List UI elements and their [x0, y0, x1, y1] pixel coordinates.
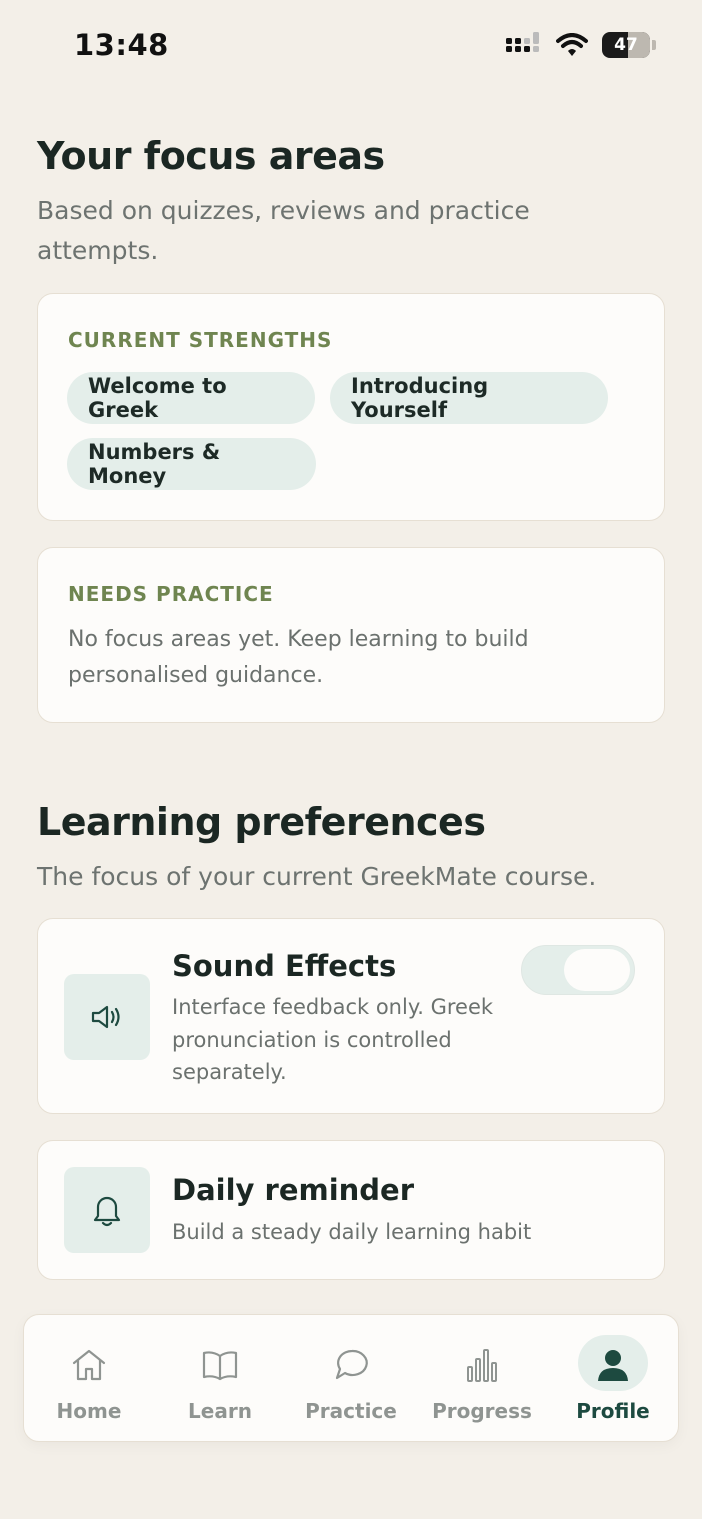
chat-icon — [331, 1345, 371, 1385]
strength-chip[interactable]: Welcome to Greek — [67, 372, 315, 424]
sound-effects-card: Sound Effects Interface feedback only. G… — [37, 918, 665, 1114]
status-time: 13:48 — [74, 28, 169, 62]
daily-reminder-card[interactable]: Daily reminder Build a steady daily lear… — [37, 1140, 665, 1280]
battery-level: 47 — [614, 35, 638, 55]
tab-label: Progress — [432, 1399, 532, 1423]
bar-chart-icon — [462, 1345, 502, 1385]
tab-learn[interactable]: Learn — [165, 1315, 275, 1443]
tab-progress[interactable]: Progress — [427, 1315, 537, 1443]
strengths-label: CURRENT STRENGTHS — [68, 328, 333, 352]
tab-label: Practice — [305, 1399, 397, 1423]
needs-practice-label: NEEDS PRACTICE — [68, 582, 274, 606]
focus-subtitle: Based on quizzes, reviews and practice a… — [37, 196, 530, 265]
tab-home[interactable]: Home — [34, 1315, 144, 1443]
tab-label: Home — [56, 1399, 122, 1423]
sound-effects-desc: Interface feedback only. Greek pronuncia… — [172, 995, 494, 1084]
sound-effects-toggle[interactable] — [521, 945, 635, 995]
wifi-icon — [556, 33, 588, 56]
status-icons: 47 — [506, 32, 656, 58]
needs-practice-card: NEEDS PRACTICE No focus areas yet. Keep … — [37, 547, 665, 723]
daily-reminder-desc: Build a steady daily learning habit — [172, 1220, 532, 1244]
home-icon — [69, 1345, 109, 1385]
bell-icon — [64, 1167, 150, 1253]
daily-reminder-title: Daily reminder — [172, 1173, 415, 1207]
book-icon — [200, 1345, 240, 1385]
tab-label: Learn — [188, 1399, 252, 1423]
battery-icon: 47 — [602, 32, 650, 58]
strength-chip[interactable]: Numbers & Money — [67, 438, 316, 490]
user-icon — [593, 1345, 633, 1385]
toggle-knob — [564, 949, 630, 991]
tab-bar: Home Learn Practice Progress Profile — [23, 1314, 679, 1442]
prefs-title: Learning preferences — [37, 800, 486, 844]
prefs-subtitle: The focus of your current GreekMate cour… — [37, 862, 597, 891]
speaker-icon — [64, 974, 150, 1060]
needs-practice-text: No focus areas yet. Keep learning to bui… — [68, 627, 529, 688]
strength-chip[interactable]: Introducing Yourself — [330, 372, 608, 424]
status-bar: 13:48 47 — [0, 0, 702, 92]
focus-title: Your focus areas — [37, 134, 385, 178]
tab-label: Profile — [576, 1399, 650, 1423]
tab-practice[interactable]: Practice — [296, 1315, 406, 1443]
strengths-card: CURRENT STRENGTHS Welcome to Greek Intro… — [37, 293, 665, 521]
tab-profile[interactable]: Profile — [558, 1315, 668, 1443]
sound-effects-title: Sound Effects — [172, 949, 397, 983]
cellular-signal-icon — [506, 32, 539, 52]
